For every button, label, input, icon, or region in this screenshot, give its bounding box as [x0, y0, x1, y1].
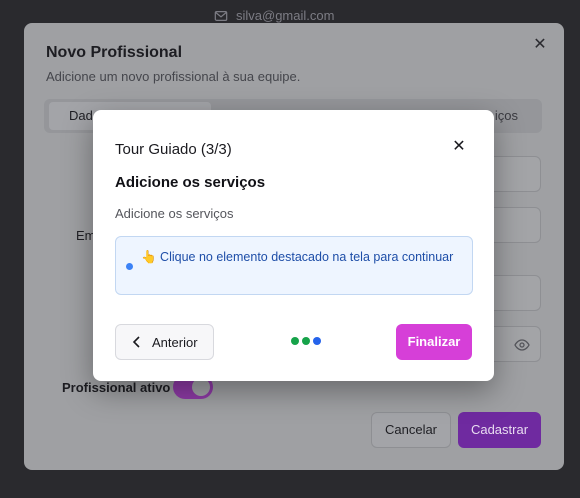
- step-indicator: [291, 337, 321, 345]
- background-email-text: silva@gmail.com: [236, 8, 335, 23]
- background-email: silva@gmail.com: [214, 8, 334, 23]
- previous-button-label: Anterior: [152, 335, 198, 350]
- mail-icon: [214, 10, 228, 21]
- tour-heading: Adicione os serviços: [115, 174, 266, 191]
- step-dot-1: [291, 337, 299, 345]
- tour-title: Tour Guiado (3/3): [115, 141, 232, 158]
- submit-button[interactable]: Cadastrar: [458, 412, 541, 448]
- chevron-left-icon: [132, 336, 140, 348]
- tour-hint-box: 👆 Clique no elemento destacado na tela p…: [115, 236, 473, 295]
- tab-servicos[interactable]: iços: [495, 102, 518, 130]
- dialog-title: Novo Profissional: [46, 44, 183, 61]
- email-field[interactable]: [486, 207, 541, 243]
- hint-dot-icon: [126, 263, 133, 270]
- phone-field[interactable]: [486, 275, 541, 311]
- step-dot-3: [313, 337, 321, 345]
- name-field[interactable]: [486, 156, 541, 192]
- tour-description: Adicione os serviços: [115, 206, 234, 221]
- previous-button[interactable]: Anterior: [115, 324, 214, 360]
- dialog-close-icon[interactable]: ✕: [532, 37, 548, 53]
- dialog-subtitle: Adicione um novo profissional à sua equi…: [46, 69, 301, 84]
- tour-popover: Tour Guiado (3/3) ✕ Adicione os serviços…: [93, 110, 494, 381]
- step-dot-2: [302, 337, 310, 345]
- tour-hint-text: 👆 Clique no elemento destacado na tela p…: [141, 250, 454, 264]
- tour-close-icon[interactable]: ✕: [452, 139, 466, 155]
- eye-icon[interactable]: [514, 337, 530, 353]
- active-toggle-label: Profissional ativo: [62, 380, 171, 395]
- finish-button[interactable]: Finalizar: [396, 324, 472, 360]
- cancel-button[interactable]: Cancelar: [371, 412, 451, 448]
- password-field[interactable]: [486, 326, 541, 362]
